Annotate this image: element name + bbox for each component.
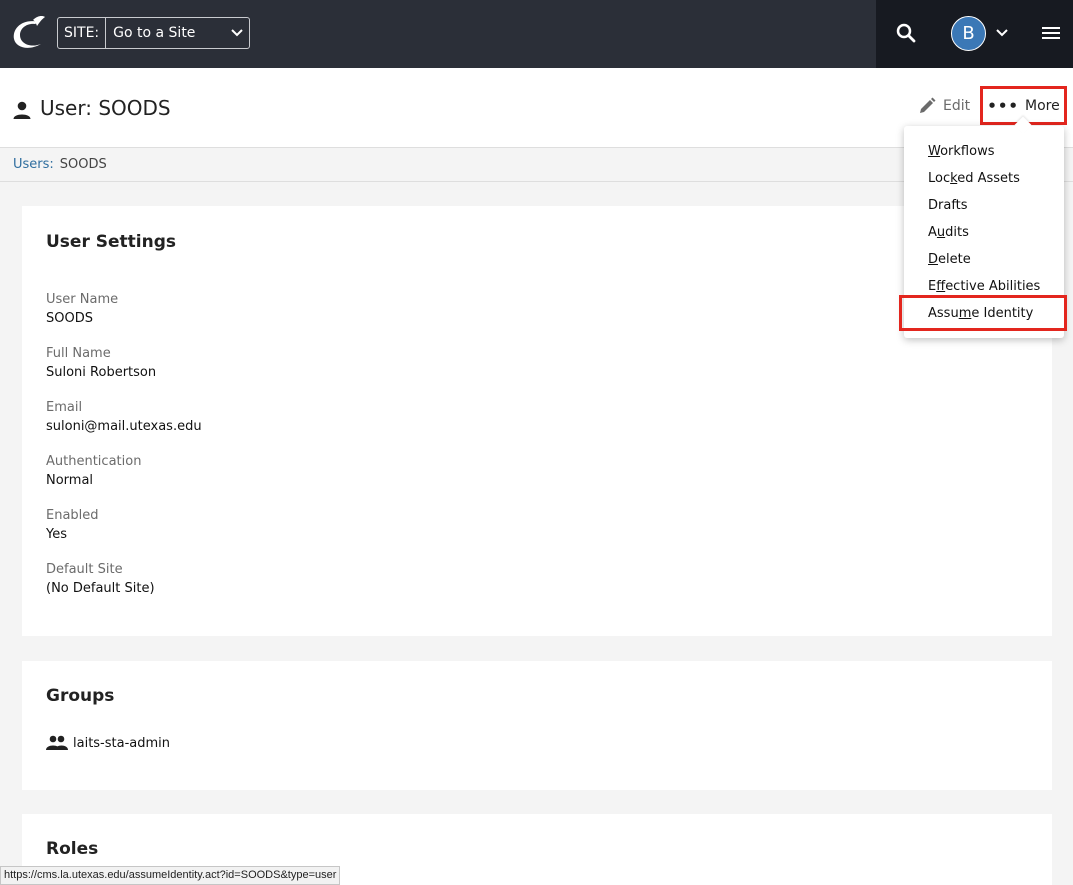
field-label: Authentication bbox=[46, 454, 142, 469]
field-label: Full Name bbox=[46, 346, 111, 361]
field-authentication: Authentication Normal bbox=[46, 454, 141, 488]
roles-title: Roles bbox=[46, 839, 99, 859]
field-full-name: Full Name Suloni Robertson bbox=[46, 346, 156, 380]
field-value: Normal bbox=[46, 473, 94, 488]
site-select-label: SITE: bbox=[58, 18, 107, 48]
menu-item-workflows[interactable]: Workflows bbox=[928, 144, 994, 159]
field-email: Email suloni@mail.utexas.edu bbox=[46, 400, 202, 434]
user-avatar[interactable]: B bbox=[951, 16, 986, 51]
status-bar-url: https://cms.la.utexas.edu/assumeIdentity… bbox=[0, 866, 341, 885]
field-default-site: Default Site (No Default Site) bbox=[46, 562, 155, 596]
assume-identity-highlight bbox=[899, 295, 1067, 331]
edit-button-label: Edit bbox=[943, 97, 971, 114]
cascade-logo-icon[interactable] bbox=[9, 14, 49, 52]
user-icon bbox=[13, 101, 31, 119]
field-value: suloni@mail.utexas.edu bbox=[46, 419, 202, 434]
group-icon bbox=[46, 735, 68, 750]
menu-item-audits[interactable]: Audits bbox=[928, 225, 969, 240]
user-settings-title: User Settings bbox=[46, 232, 176, 252]
hamburger-menu-icon[interactable] bbox=[1040, 22, 1062, 44]
menu-item-delete[interactable]: Delete bbox=[928, 252, 971, 267]
field-value: (No Default Site) bbox=[46, 581, 155, 596]
field-label: Enabled bbox=[46, 508, 99, 523]
site-select-value: Go to a Site bbox=[113, 25, 196, 41]
field-label: User Name bbox=[46, 292, 119, 307]
breadcrumb-current: SOODS bbox=[59, 157, 107, 172]
more-button-label: More bbox=[1025, 97, 1060, 114]
field-label: Email bbox=[46, 400, 83, 415]
groups-title: Groups bbox=[46, 686, 115, 706]
page-title: User: SOODS bbox=[40, 96, 171, 120]
field-user-name: User Name SOODS bbox=[46, 292, 118, 326]
field-enabled: Enabled Yes bbox=[46, 508, 99, 542]
chevron-down-icon bbox=[225, 18, 249, 48]
menu-item-drafts[interactable]: Drafts bbox=[928, 198, 968, 213]
chevron-down-icon[interactable] bbox=[995, 26, 1009, 40]
menu-item-effective-abilities[interactable]: Effective Abilities bbox=[928, 279, 1040, 294]
field-value: Suloni Robertson bbox=[46, 365, 157, 380]
site-select[interactable]: SITE: Go to a Site bbox=[57, 17, 250, 49]
group-item[interactable]: laits-sta-admin bbox=[46, 735, 170, 751]
edit-button[interactable]: Edit bbox=[918, 96, 970, 115]
user-settings-card: User Settings User Name SOODS Full Name … bbox=[22, 206, 1052, 636]
groups-card: Groups laits-sta-admin bbox=[22, 661, 1052, 790]
field-value: Yes bbox=[46, 527, 67, 542]
pencil-icon bbox=[920, 97, 936, 113]
field-label: Default Site bbox=[46, 562, 123, 577]
field-value: SOODS bbox=[46, 311, 93, 326]
menu-item-locked-assets[interactable]: Locked Assets bbox=[928, 171, 1020, 186]
breadcrumb-users-link[interactable]: Users: bbox=[13, 157, 54, 172]
more-dots-icon: ••• bbox=[987, 96, 1020, 115]
group-name: laits-sta-admin bbox=[73, 735, 171, 751]
search-icon[interactable] bbox=[893, 20, 919, 46]
top-bar: SITE: Go to a Site B bbox=[0, 0, 1073, 68]
